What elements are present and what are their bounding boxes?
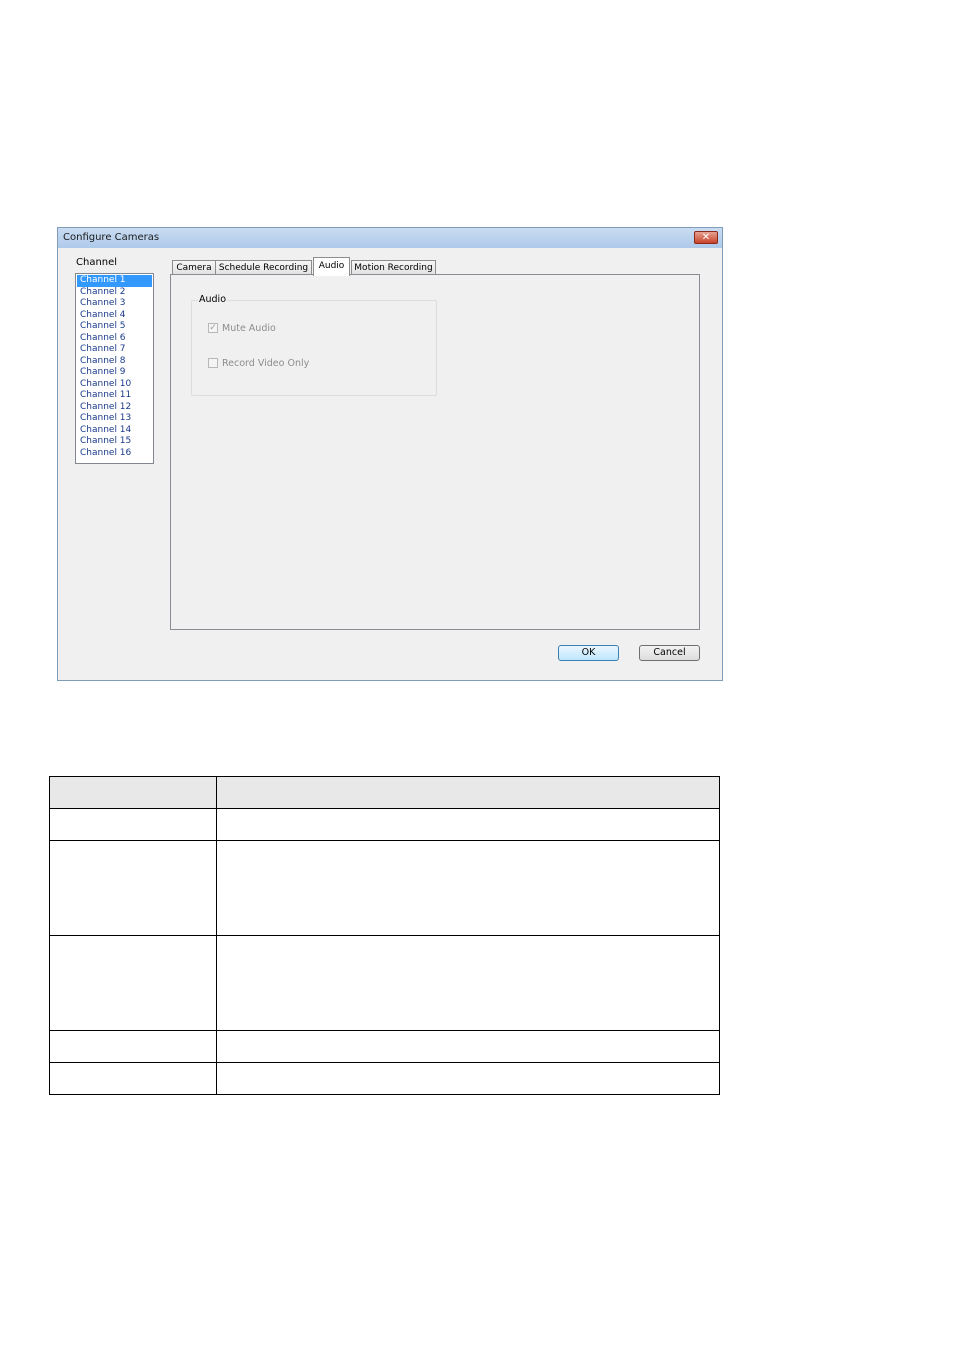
table-cell bbox=[216, 808, 720, 841]
table-cell bbox=[216, 1030, 720, 1063]
channel-item[interactable]: Channel 4 bbox=[77, 310, 152, 322]
audio-tab-panel: Audio ✓ Mute Audio Record Video Only bbox=[170, 274, 700, 630]
table-cell bbox=[49, 935, 217, 1031]
channel-item[interactable]: Channel 8 bbox=[77, 356, 152, 368]
table-cell bbox=[216, 840, 720, 936]
channel-item[interactable]: Channel 3 bbox=[77, 298, 152, 310]
table-row bbox=[49, 808, 720, 841]
table-cell bbox=[49, 840, 217, 936]
channel-item[interactable]: Channel 13 bbox=[77, 413, 152, 425]
table-row bbox=[49, 1062, 720, 1095]
tab-audio[interactable]: Audio bbox=[313, 257, 350, 276]
channel-item[interactable]: Channel 6 bbox=[77, 333, 152, 345]
channel-item[interactable]: Channel 2 bbox=[77, 287, 152, 299]
table-header-row bbox=[49, 776, 720, 809]
channel-item[interactable]: Channel 16 bbox=[77, 448, 152, 460]
channel-item[interactable]: Channel 9 bbox=[77, 367, 152, 379]
description-table bbox=[49, 776, 720, 1095]
table-cell bbox=[49, 1062, 217, 1095]
table-row bbox=[49, 935, 720, 1031]
channel-item[interactable]: Channel 5 bbox=[77, 321, 152, 333]
record-video-only-option[interactable]: Record Video Only bbox=[208, 357, 309, 369]
table-cell bbox=[49, 808, 217, 841]
table-row bbox=[49, 1030, 720, 1063]
tab-motion-recording[interactable]: Motion Recording bbox=[351, 260, 436, 275]
channel-item[interactable]: Channel 1 bbox=[77, 275, 152, 287]
tab-schedule-recording[interactable]: Schedule Recording bbox=[215, 260, 312, 275]
channel-item[interactable]: Channel 10 bbox=[77, 379, 152, 391]
channel-item[interactable]: Channel 12 bbox=[77, 402, 152, 414]
mute-audio-checkbox[interactable]: ✓ bbox=[208, 323, 218, 333]
channel-item[interactable]: Channel 15 bbox=[77, 436, 152, 448]
channel-item[interactable]: Channel 14 bbox=[77, 425, 152, 437]
dialog-title: Configure Cameras bbox=[63, 232, 160, 243]
record-video-only-checkbox[interactable] bbox=[208, 358, 218, 368]
audio-group-title: Audio bbox=[198, 294, 228, 305]
channel-item[interactable]: Channel 7 bbox=[77, 344, 152, 356]
channel-list[interactable]: Channel 1 Channel 2 Channel 3 Channel 4 … bbox=[75, 273, 154, 464]
channel-label: Channel bbox=[76, 257, 118, 268]
mute-audio-option[interactable]: ✓ Mute Audio bbox=[208, 322, 276, 334]
record-video-only-label: Record Video Only bbox=[222, 357, 310, 369]
close-icon[interactable]: ✕ bbox=[694, 231, 718, 244]
title-bar[interactable]: Configure Cameras ✕ bbox=[58, 228, 722, 248]
tab-camera[interactable]: Camera bbox=[172, 260, 216, 275]
table-cell bbox=[49, 776, 217, 809]
cancel-button[interactable]: Cancel bbox=[639, 645, 700, 661]
table-row bbox=[49, 840, 720, 936]
audio-groupbox: Audio ✓ Mute Audio Record Video Only bbox=[191, 294, 437, 396]
table-cell bbox=[216, 776, 720, 809]
table-cell bbox=[216, 1062, 720, 1095]
table-cell bbox=[216, 935, 720, 1031]
mute-audio-label: Mute Audio bbox=[222, 322, 276, 334]
configure-cameras-dialog: Configure Cameras ✕ Channel Channel 1 Ch… bbox=[57, 227, 723, 681]
ok-button[interactable]: OK bbox=[558, 645, 619, 661]
channel-item[interactable]: Channel 11 bbox=[77, 390, 152, 402]
table-cell bbox=[49, 1030, 217, 1063]
